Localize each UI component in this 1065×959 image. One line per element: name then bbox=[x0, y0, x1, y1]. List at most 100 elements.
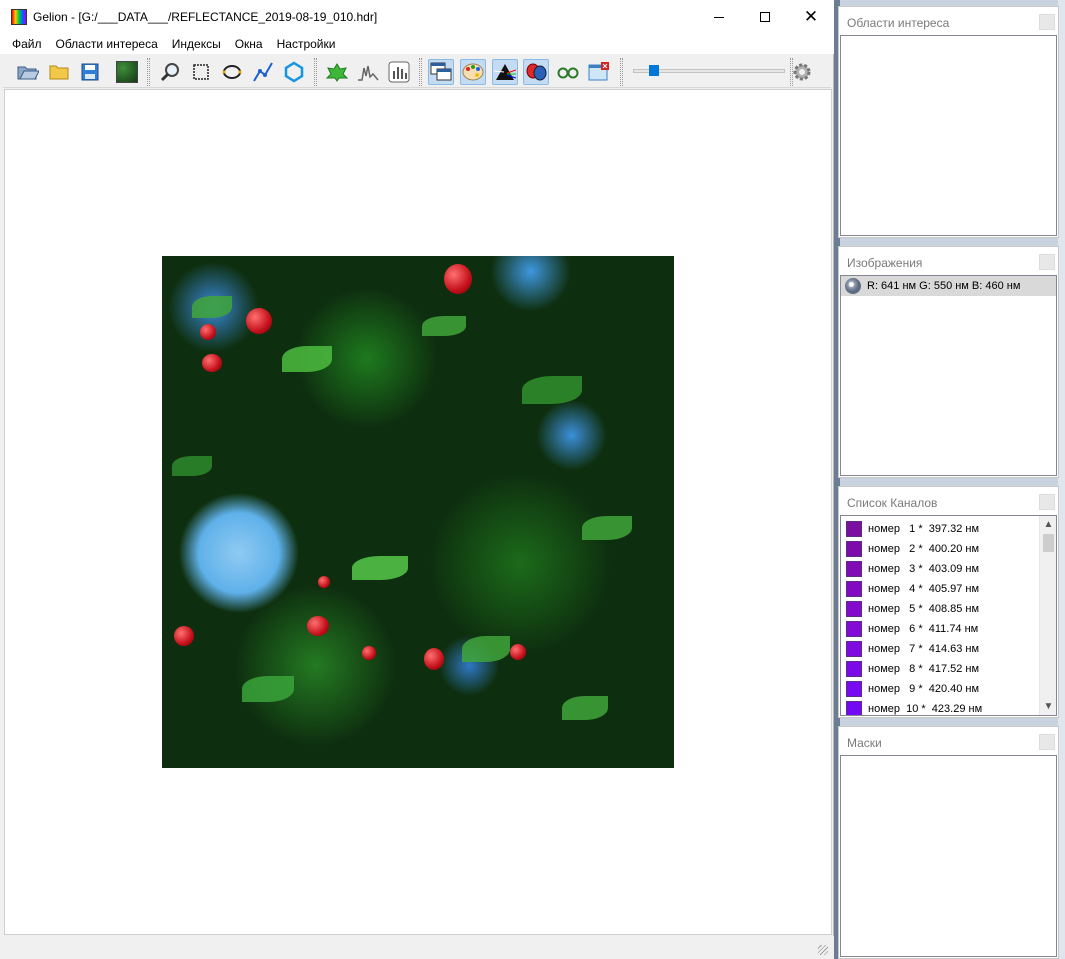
channel-row[interactable]: номер 7 * 414.63 нм bbox=[841, 639, 1039, 659]
open-folder-button[interactable] bbox=[15, 59, 41, 85]
main-window: Gelion - [G:/___DATA___/REFLECTANCE_2019… bbox=[0, 0, 834, 959]
masks-panel-title: Маски bbox=[839, 727, 1058, 757]
image-layer-icon bbox=[845, 278, 861, 294]
channels-panel-close-button[interactable] bbox=[1039, 494, 1055, 510]
maximize-button[interactable] bbox=[742, 0, 788, 34]
channel-label: номер 10 * 423.29 нм bbox=[868, 703, 983, 715]
channel-label: номер 7 * 414.63 нм bbox=[868, 643, 980, 655]
minimize-icon bbox=[714, 16, 724, 18]
brightness-slider-thumb[interactable] bbox=[649, 65, 659, 76]
apple bbox=[444, 264, 472, 294]
polyline-button[interactable] bbox=[250, 59, 276, 85]
leaf-icon bbox=[326, 63, 348, 82]
images-panel-close-button[interactable] bbox=[1039, 254, 1055, 270]
masks-icon bbox=[526, 63, 547, 81]
palette-icon bbox=[462, 63, 484, 81]
rectangle-select-button[interactable] bbox=[188, 59, 214, 85]
channel-color-swatch bbox=[846, 621, 862, 637]
windows-button[interactable] bbox=[428, 59, 454, 85]
channel-row[interactable]: номер 6 * 411.74 нм bbox=[841, 619, 1039, 639]
roi-panel: Области интереса bbox=[838, 6, 1059, 238]
ellipse-select-button[interactable] bbox=[219, 59, 245, 85]
roi-list[interactable] bbox=[840, 35, 1057, 236]
close-image-button[interactable] bbox=[586, 59, 612, 85]
roi-panel-close-button[interactable] bbox=[1039, 14, 1055, 30]
channel-row[interactable]: номер 10 * 423.29 нм bbox=[841, 699, 1039, 715]
prism-button[interactable] bbox=[492, 59, 518, 85]
apple bbox=[307, 616, 329, 636]
menu-windows[interactable]: Окна bbox=[228, 37, 270, 51]
prism-icon bbox=[494, 64, 516, 80]
channel-row[interactable]: номер 9 * 420.40 нм bbox=[841, 679, 1039, 699]
channel-row[interactable]: номер 5 * 408.85 нм bbox=[841, 599, 1039, 619]
hyperspectral-image[interactable] bbox=[162, 256, 674, 768]
menu-settings[interactable]: Настройки bbox=[270, 37, 343, 51]
glasses-button[interactable] bbox=[555, 59, 581, 85]
scroll-down-icon[interactable]: ▼ bbox=[1040, 698, 1057, 715]
toolbar-separator bbox=[147, 58, 150, 86]
close-button[interactable]: ✕ bbox=[788, 0, 834, 34]
channel-row[interactable]: номер 1 * 397.32 нм bbox=[841, 519, 1039, 539]
channel-row[interactable]: номер 4 * 405.97 нм bbox=[841, 579, 1039, 599]
channel-label: номер 6 * 411.74 нм bbox=[868, 623, 979, 635]
apple bbox=[510, 644, 526, 660]
channel-row[interactable]: номер 3 * 403.09 нм bbox=[841, 559, 1039, 579]
channel-label: номер 2 * 400.20 нм bbox=[868, 543, 980, 555]
images-panel: Изображения R: 641 нм G: 550 нм B: 460 н… bbox=[838, 246, 1059, 478]
zoom-button[interactable] bbox=[157, 59, 183, 85]
menu-file[interactable]: Файл bbox=[5, 37, 49, 51]
masks-panel-close-button[interactable] bbox=[1039, 734, 1055, 750]
roi-panel-title: Области интереса bbox=[839, 7, 1058, 37]
list-item[interactable]: R: 641 нм G: 550 нм B: 460 нм bbox=[841, 276, 1056, 296]
polygon-icon bbox=[284, 61, 304, 83]
histogram-icon bbox=[358, 65, 379, 81]
polygon-button[interactable] bbox=[281, 59, 307, 85]
windows-icon bbox=[430, 62, 452, 81]
apple bbox=[202, 354, 222, 372]
channel-color-swatch bbox=[846, 641, 862, 657]
apple bbox=[246, 308, 272, 334]
images-panel-title: Изображения bbox=[839, 247, 1058, 277]
image-item-label: R: 641 нм G: 550 нм B: 460 нм bbox=[867, 280, 1021, 292]
polyline-icon bbox=[253, 62, 273, 82]
toolbar-separator bbox=[314, 58, 317, 86]
settings-button[interactable] bbox=[789, 59, 815, 85]
menu-roi[interactable]: Области интереса bbox=[49, 37, 165, 51]
channel-row[interactable]: номер 2 * 400.20 нм bbox=[841, 539, 1039, 559]
open-folder-icon bbox=[17, 66, 39, 80]
app-icon bbox=[11, 9, 27, 25]
palette-button[interactable] bbox=[460, 59, 486, 85]
scroll-up-icon[interactable]: ▲ bbox=[1040, 516, 1057, 533]
menu-indices[interactable]: Индексы bbox=[165, 37, 228, 51]
masks-panel: Маски bbox=[838, 726, 1059, 959]
channel-label: номер 3 * 403.09 нм bbox=[868, 563, 980, 575]
histogram-button[interactable] bbox=[355, 59, 381, 85]
rectangle-select-icon bbox=[193, 64, 209, 80]
image-canvas[interactable] bbox=[4, 89, 832, 935]
save-button[interactable] bbox=[77, 59, 103, 85]
resize-grip-icon[interactable] bbox=[818, 945, 828, 955]
title-bar[interactable]: Gelion - [G:/___DATA___/REFLECTANCE_2019… bbox=[0, 0, 834, 34]
menu-bar: Файл Области интереса Индексы Окна Настр… bbox=[0, 34, 834, 54]
maximize-icon bbox=[760, 12, 770, 22]
scroll-thumb[interactable] bbox=[1043, 534, 1054, 552]
channel-color-swatch bbox=[846, 661, 862, 677]
close-icon: ✕ bbox=[803, 7, 819, 26]
masks-button[interactable] bbox=[523, 59, 549, 85]
bar-chart-button[interactable] bbox=[386, 59, 412, 85]
masks-list[interactable] bbox=[840, 755, 1057, 957]
save-icon bbox=[81, 63, 99, 81]
channel-row[interactable]: номер 8 * 417.52 нм bbox=[841, 659, 1039, 679]
toolbar-separator bbox=[620, 58, 623, 86]
window-controls: ✕ bbox=[696, 0, 834, 34]
channels-list[interactable]: номер 1 * 397.32 нм номер 2 * 400.20 нм но… bbox=[841, 516, 1039, 715]
minimize-button[interactable] bbox=[696, 0, 742, 34]
image-thumb-button[interactable] bbox=[114, 59, 140, 85]
close-image-icon bbox=[588, 62, 609, 81]
vegetation-index-button[interactable] bbox=[324, 59, 350, 85]
channels-scrollbar[interactable]: ▲ ▼ bbox=[1039, 516, 1056, 715]
image-thumb-icon bbox=[116, 61, 138, 83]
ellipse-select-icon bbox=[222, 65, 242, 79]
folder-button[interactable] bbox=[46, 59, 72, 85]
channel-label: номер 9 * 420.40 нм bbox=[868, 683, 980, 695]
